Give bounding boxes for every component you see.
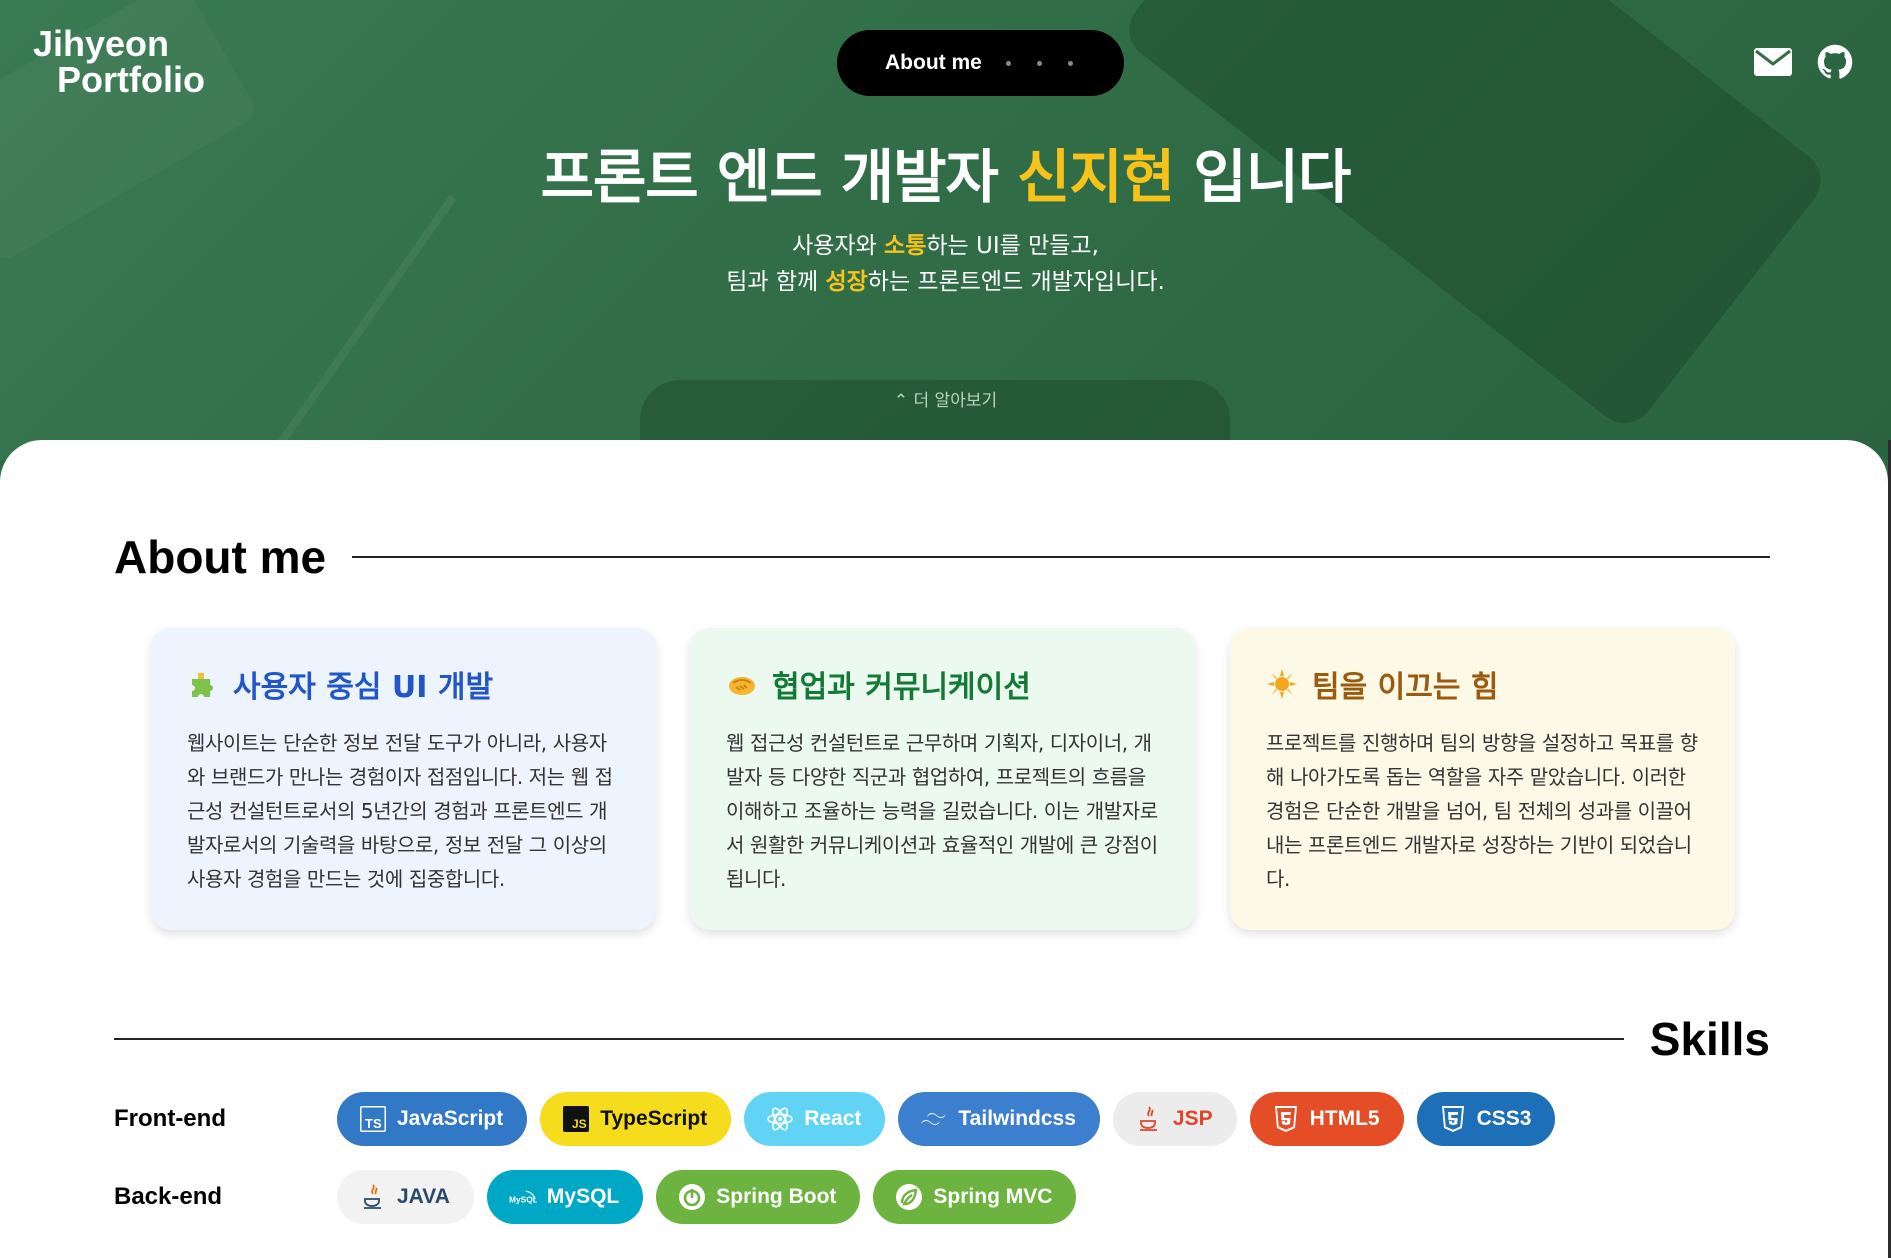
github-icon[interactable] <box>1816 44 1854 80</box>
nav-dot[interactable] <box>1005 60 1011 66</box>
handshake-icon <box>726 668 758 700</box>
sun-icon <box>1266 668 1298 700</box>
svg-text:TS: TS <box>365 1116 382 1131</box>
learn-more-link[interactable]: ⌃ 더 알아보기 <box>0 386 1891 411</box>
about-title: About me <box>114 531 327 583</box>
puzzle-icon <box>187 668 219 700</box>
skills-heading: Skills <box>114 1012 1770 1066</box>
skill-label: Spring Boot <box>716 1185 837 1208</box>
skill-label: HTML5 <box>1309 1107 1380 1130</box>
card-text: 웹 접근성 컨설턴트로 근무하며 기획자, 디자이너, 개발자 등 다양한 직군… <box>726 731 1158 891</box>
nav-dot[interactable] <box>1067 60 1073 66</box>
hero-sub-text: 사용자와 <box>792 233 885 259</box>
hero-title-text: 입니다 <box>1174 143 1351 211</box>
skill-badge-tailwindcss: Tailwindcss <box>898 1092 1100 1146</box>
js-icon: JS <box>562 1105 590 1133</box>
brand-logo[interactable]: Jihyeon Portfolio <box>33 26 205 98</box>
svg-text:MySQL: MySQL <box>509 1195 537 1205</box>
skill-category: Front-end <box>114 1105 226 1132</box>
spring-boot-icon <box>678 1183 706 1211</box>
hero-title-text: 프론트 엔드 개발자 <box>540 143 1018 211</box>
skill-badges: JAVA MySQL MySQL Spring Boot Spring MVC <box>337 1170 1077 1224</box>
skill-badge-jsp: JSP <box>1112 1092 1237 1146</box>
spring-icon <box>895 1183 923 1211</box>
skill-row-frontend: Front-end TS JavaScript JS TypeScript Re… <box>114 1092 1556 1146</box>
card-title-text: 팀을 이끄는 힘 <box>1312 670 1499 705</box>
skill-label: JavaScript <box>397 1107 504 1130</box>
skill-badge-react: React <box>744 1092 886 1146</box>
skill-label: Tailwindcss <box>958 1107 1076 1130</box>
css3-icon <box>1439 1105 1467 1133</box>
skill-row-backend: Back-end JAVA MySQL MySQL Spring Boot Sp… <box>114 1170 1077 1224</box>
react-icon <box>766 1105 794 1133</box>
hero-sub-text: 하는 UI를 만들고, <box>926 233 1099 259</box>
hero-sub-text: 하는 프론트엔드 개발자입니다. <box>867 269 1165 295</box>
mysql-icon: MySQL <box>509 1183 537 1211</box>
nav-current-label[interactable]: About me <box>885 51 982 75</box>
skill-badge-css3: CSS3 <box>1416 1092 1556 1146</box>
card-text: 웹사이트는 단순한 정보 전달 도구가 아니라, 사용자와 브랜드가 만나는 경… <box>187 731 613 891</box>
skill-badge-mysql: MySQL MySQL <box>486 1170 644 1224</box>
skill-badge-javascript: TS JavaScript <box>337 1092 528 1146</box>
ts-icon: TS <box>359 1105 387 1133</box>
skills-title: Skills <box>1649 1013 1770 1065</box>
skill-badge-typescript: JS TypeScript <box>540 1092 732 1146</box>
card-title: 사용자 중심 UI 개발 <box>187 662 620 706</box>
card-title-text: 사용자 중심 UI 개발 <box>233 670 494 705</box>
section-nav[interactable]: About me <box>837 30 1124 96</box>
skill-label: React <box>804 1107 862 1130</box>
hero-sub-highlight: 소통 <box>884 233 927 259</box>
card-text: 프로젝트를 진행하며 팀의 방향을 설정하고 목표를 향해 나아가도록 돕는 역… <box>1266 731 1698 891</box>
hero-sub-highlight: 성장 <box>825 269 868 295</box>
skill-badge-spring-mvc: Spring MVC <box>873 1170 1077 1224</box>
card-title-text: 협업과 커뮤니케이션 <box>772 670 1031 705</box>
skill-label: TypeScript <box>600 1107 708 1130</box>
social-links <box>1754 44 1854 80</box>
skill-label: Spring MVC <box>933 1185 1053 1208</box>
nav-dot[interactable] <box>1036 60 1042 66</box>
skill-badge-java: JAVA <box>337 1170 474 1224</box>
skill-label: JSP <box>1172 1107 1213 1130</box>
svg-text:JS: JS <box>572 1117 587 1131</box>
java-icon <box>1135 1105 1163 1133</box>
skill-label: CSS3 <box>1476 1107 1532 1130</box>
hero-title-name: 신지현 <box>1017 143 1175 211</box>
skill-badges: TS JavaScript JS TypeScript React Tailwi… <box>337 1092 1556 1146</box>
about-card: 협업과 커뮤니케이션 웹 접근성 컨설턴트로 근무하며 기획자, 디자이너, 개… <box>690 628 1195 930</box>
about-heading: About me <box>114 530 1770 584</box>
hero-section: Jihyeon Portfolio About me 프론트 엔드 개발자 신지… <box>0 0 1891 460</box>
card-title: 협업과 커뮤니케이션 <box>726 662 1159 706</box>
divider <box>114 1038 1624 1040</box>
hero-subtitle: 사용자와 소통하는 UI를 만들고, 팀과 함께 성장하는 프론트엔드 개발자입… <box>0 228 1891 300</box>
card-title: 팀을 이끄는 힘 <box>1266 662 1699 706</box>
skill-category: Back-end <box>114 1183 223 1210</box>
divider <box>352 556 1770 558</box>
java-icon <box>359 1183 387 1211</box>
brand-line1: Jihyeon <box>33 23 170 64</box>
about-card: 사용자 중심 UI 개발 웹사이트는 단순한 정보 전달 도구가 아니라, 사용… <box>151 628 656 930</box>
background-shape <box>1117 0 1833 436</box>
html5-icon <box>1272 1105 1300 1133</box>
skill-badge-spring-boot: Spring Boot <box>656 1170 861 1224</box>
mail-icon[interactable] <box>1754 44 1792 80</box>
skill-badge-html5: HTML5 <box>1249 1092 1404 1146</box>
about-card: 팀을 이끄는 힘 프로젝트를 진행하며 팀의 방향을 설정하고 목표를 향해 나… <box>1230 628 1735 930</box>
hero-title: 프론트 엔드 개발자 신지현 입니다 <box>0 130 1891 214</box>
skill-label: MySQL <box>546 1185 620 1208</box>
tailwind-icon <box>920 1105 948 1133</box>
skill-label: JAVA <box>397 1185 450 1208</box>
hero-sub-text: 팀과 함께 <box>726 269 826 295</box>
brand-line2: Portfolio <box>57 59 205 100</box>
